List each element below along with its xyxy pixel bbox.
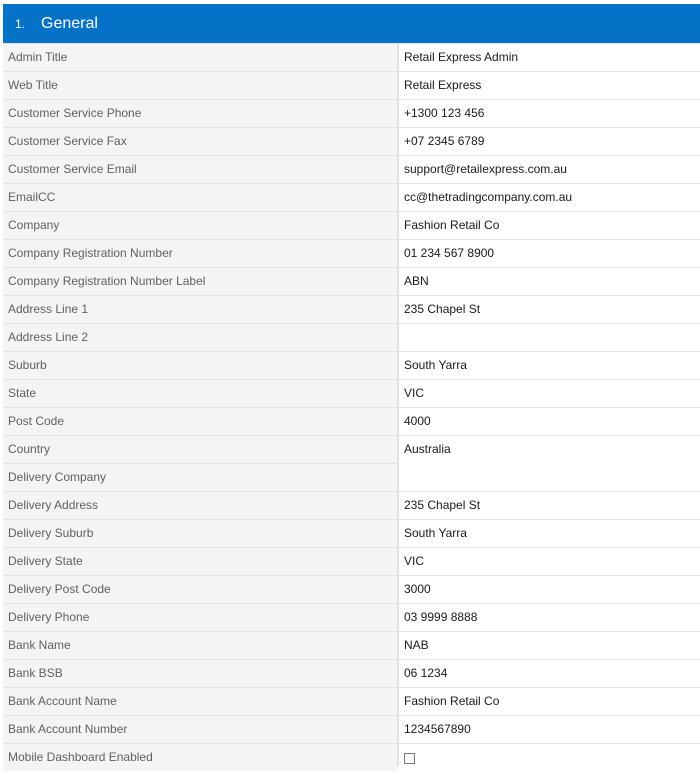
bank-bsb-label: Bank BSB: [3, 660, 397, 687]
delivery-post-code-value[interactable]: 3000: [399, 576, 700, 603]
field-row-mobile-dashboard-enabled: Mobile Dashboard Enabled: [3, 744, 700, 771]
admin-title-label: Admin Title: [3, 44, 397, 71]
state-value[interactable]: VIC: [399, 380, 700, 407]
field-row-company: Company Fashion Retail Co: [3, 212, 700, 239]
field-row-address-line-1: Address Line 1 235 Chapel St: [3, 296, 700, 323]
field-row-delivery-state: Delivery State VIC: [3, 548, 700, 575]
field-row-delivery-post-code: Delivery Post Code 3000: [3, 576, 700, 603]
field-row-bank-name: Bank Name NAB: [3, 632, 700, 659]
web-title-label: Web Title: [3, 72, 397, 99]
section-number: 1.: [15, 16, 26, 31]
company-registration-number-value[interactable]: 01 234 567 8900: [399, 240, 700, 267]
mobile-dashboard-enabled-cell[interactable]: [399, 744, 700, 771]
customer-service-phone-value[interactable]: +1300 123 456: [399, 100, 700, 127]
delivery-suburb-value[interactable]: South Yarra: [399, 520, 700, 547]
mobile-dashboard-enabled-label: Mobile Dashboard Enabled: [3, 744, 397, 771]
field-row-company-registration-number: Company Registration Number 01 234 567 89…: [3, 240, 700, 267]
settings-form: Admin Title Retail Express Admin Web Title…: [3, 44, 700, 772]
delivery-phone-value[interactable]: 03 9999 8888: [399, 604, 700, 631]
suburb-label: Suburb: [3, 352, 397, 379]
bank-name-value[interactable]: NAB: [399, 632, 700, 659]
mobile-dashboard-enabled-checkbox[interactable]: [404, 753, 415, 764]
bank-account-number-label: Bank Account Number: [3, 716, 397, 743]
admin-title-value[interactable]: Retail Express Admin: [399, 44, 700, 71]
emailcc-value[interactable]: cc@thetradingcompany.com.au: [399, 184, 700, 211]
bank-account-name-label: Bank Account Name: [3, 688, 397, 715]
delivery-company-label: Delivery Company: [3, 464, 397, 491]
company-value[interactable]: Fashion Retail Co: [399, 212, 700, 239]
field-row-delivery-address: Delivery Address 235 Chapel St: [3, 492, 700, 519]
field-row-delivery-suburb: Delivery Suburb South Yarra: [3, 520, 700, 547]
customer-service-email-label: Customer Service Email: [3, 156, 397, 183]
delivery-phone-label: Delivery Phone: [3, 604, 397, 631]
delivery-address-label: Delivery Address: [3, 492, 397, 519]
state-label: State: [3, 380, 397, 407]
company-registration-number-label-label: Company Registration Number Label: [3, 268, 397, 295]
customer-service-email-value[interactable]: support@retailexpress.com.au: [399, 156, 700, 183]
bank-bsb-value[interactable]: 06 1234: [399, 660, 700, 687]
bank-name-label: Bank Name: [3, 632, 397, 659]
delivery-address-value[interactable]: 235 Chapel St: [399, 492, 700, 519]
address-line-2-value[interactable]: [399, 324, 700, 351]
section-title: General: [41, 14, 98, 32]
emailcc-label: EmailCC: [3, 184, 397, 211]
post-code-value[interactable]: 4000: [399, 408, 700, 435]
field-row-country: Country Australia: [3, 436, 700, 491]
address-line-1-value[interactable]: 235 Chapel St: [399, 296, 700, 323]
company-registration-number-label-value[interactable]: ABN: [399, 268, 700, 295]
delivery-suburb-label: Delivery Suburb: [3, 520, 397, 547]
section-header[interactable]: 1. General: [3, 4, 700, 43]
bank-account-name-value[interactable]: Fashion Retail Co: [399, 688, 700, 715]
field-row-company-registration-number-label: Company Registration Number Label ABN: [3, 268, 700, 295]
field-row-web-title: Web Title Retail Express: [3, 72, 700, 99]
field-row-address-line-2: Address Line 2: [3, 324, 700, 351]
delivery-post-code-label: Delivery Post Code: [3, 576, 397, 603]
general-settings-panel: 1. General Admin Title Retail Express Adm…: [3, 4, 700, 771]
field-row-delivery-phone: Delivery Phone 03 9999 8888: [3, 604, 700, 631]
company-label: Company: [3, 212, 397, 239]
customer-service-fax-label: Customer Service Fax: [3, 128, 397, 155]
post-code-label: Post Code: [3, 408, 397, 435]
field-row-bank-account-name: Bank Account Name Fashion Retail Co: [3, 688, 700, 715]
field-row-post-code: Post Code 4000: [3, 408, 700, 435]
field-row-bank-bsb: Bank BSB 06 1234: [3, 660, 700, 687]
company-registration-number-label: Company Registration Number: [3, 240, 397, 267]
field-row-suburb: Suburb South Yarra: [3, 352, 700, 379]
web-title-value[interactable]: Retail Express: [399, 72, 700, 99]
field-row-emailcc: EmailCC cc@thetradingcompany.com.au: [3, 184, 700, 211]
country-label: Country: [3, 436, 397, 463]
field-row-bank-account-number: Bank Account Number 1234567890: [3, 716, 700, 743]
field-row-admin-title: Admin Title Retail Express Admin: [3, 44, 700, 71]
field-row-customer-service-phone: Customer Service Phone +1300 123 456: [3, 100, 700, 127]
bank-account-number-value[interactable]: 1234567890: [399, 716, 700, 743]
address-line-2-label: Address Line 2: [3, 324, 397, 351]
address-line-1-label: Address Line 1: [3, 296, 397, 323]
customer-service-fax-value[interactable]: +07 2345 6789: [399, 128, 700, 155]
field-row-customer-service-email: Customer Service Email support@retailexpr…: [3, 156, 700, 183]
customer-service-phone-label: Customer Service Phone: [3, 100, 397, 127]
suburb-value[interactable]: South Yarra: [399, 352, 700, 379]
delivery-state-label: Delivery State: [3, 548, 397, 575]
country-value[interactable]: Australia: [399, 436, 700, 491]
field-row-state: State VIC: [3, 380, 700, 407]
field-row-customer-service-fax: Customer Service Fax +07 2345 6789: [3, 128, 700, 155]
delivery-state-value[interactable]: VIC: [399, 548, 700, 575]
